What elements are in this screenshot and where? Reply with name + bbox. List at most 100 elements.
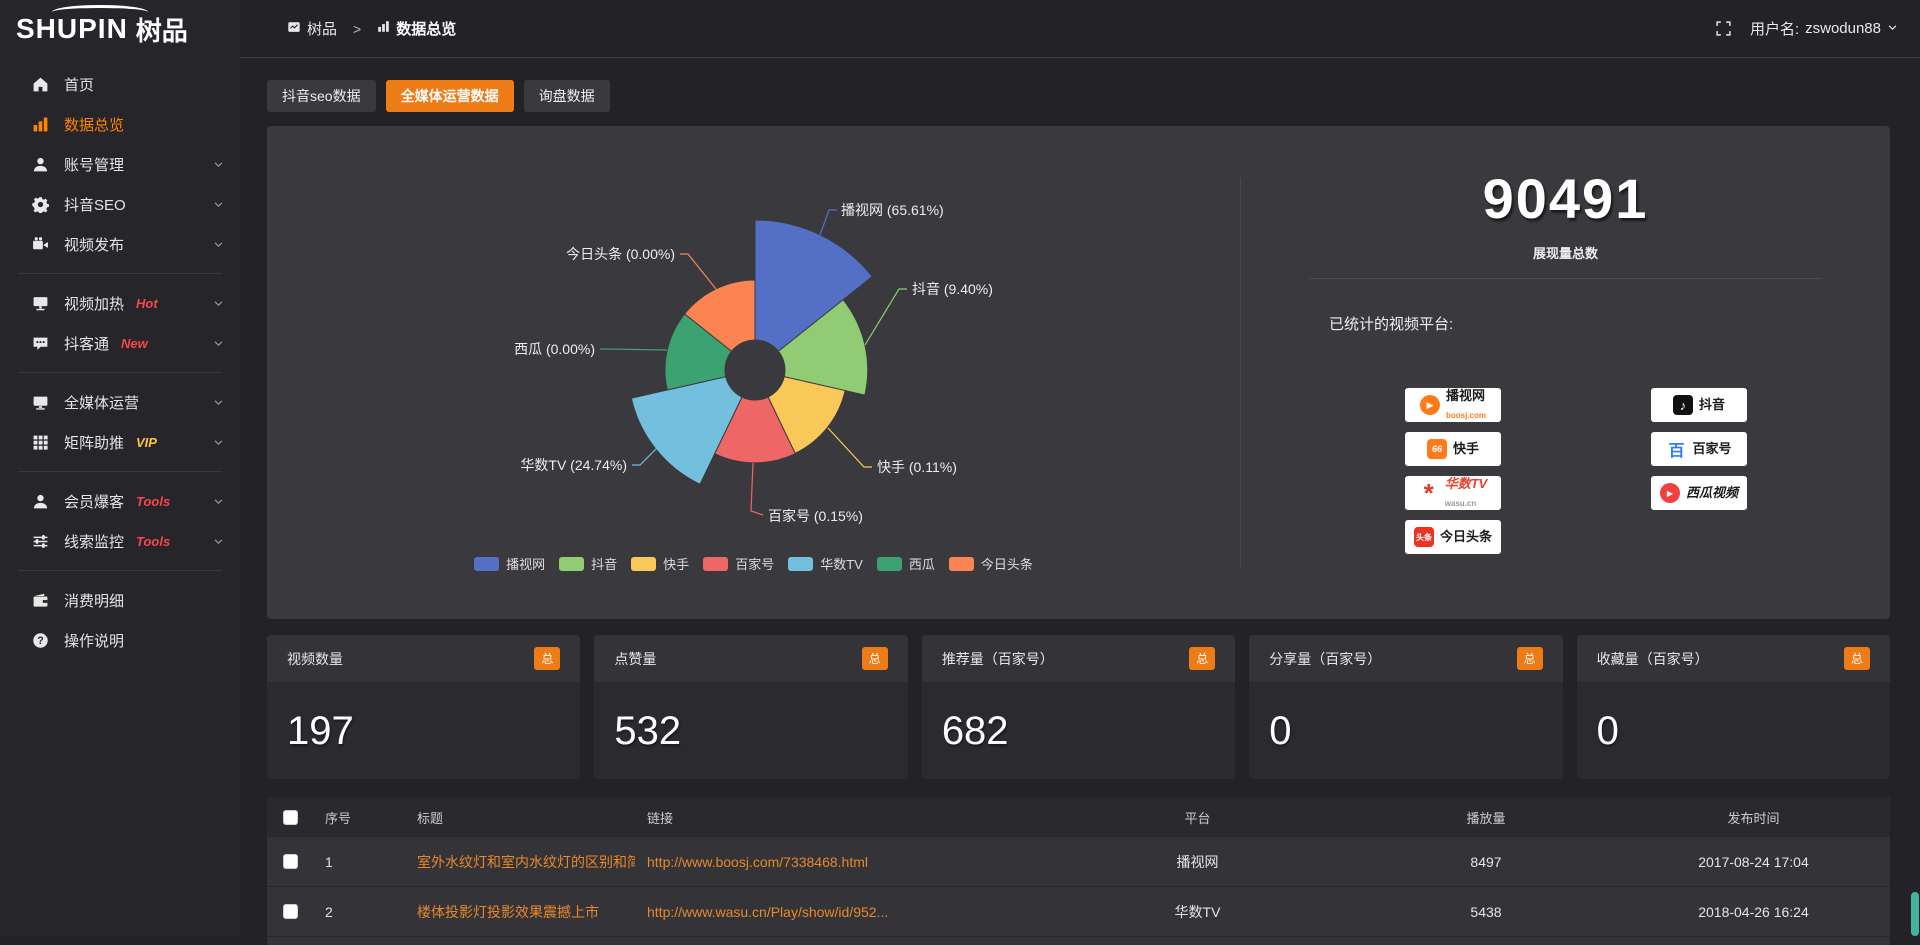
tab-2[interactable]: 全媒体运营数据 (386, 80, 514, 112)
platform-badge-西瓜视频[interactable]: ▶西瓜视频 (1651, 476, 1747, 510)
sidebar-item-10[interactable]: 会员爆客Tools (0, 481, 240, 521)
table-row-clipped (267, 937, 1890, 945)
stat-card-label: 收藏量（百家号） (1597, 649, 1709, 669)
legend-item-播视网[interactable]: 播视网 (474, 554, 545, 573)
table-row-1: 1室外水纹灯和室内水纹灯的区别和简介http://www.boosj.com/7… (267, 837, 1890, 887)
row-checkbox[interactable] (283, 854, 298, 869)
video-url-link[interactable]: http://www.boosj.com/7338468.html (635, 854, 1040, 870)
stat-cards-row: 视频数量总197点赞量总532推荐量（百家号）总682分享量（百家号）总0收藏量… (267, 635, 1890, 779)
sidebar-item-9[interactable]: 矩阵助推VIP (0, 422, 240, 462)
sidebar-item-label: 视频加热 (64, 293, 124, 314)
sidebar-item-5[interactable]: 视频发布 (0, 224, 240, 264)
sidebar-item-label: 线索监控 (64, 531, 124, 552)
video-title-link[interactable]: 室外水纹灯和室内水纹灯的区别和简介 (405, 852, 635, 872)
sidebar-item-1[interactable]: 首页 (0, 64, 240, 104)
tab-1[interactable]: 抖音seo数据 (267, 80, 376, 112)
total-badge[interactable]: 总 (1844, 647, 1870, 670)
sidebar-item-4[interactable]: 抖音SEO (0, 184, 240, 224)
tab-3[interactable]: 询盘数据 (524, 80, 610, 112)
pie-slice-华数TV[interactable] (631, 377, 742, 485)
breadcrumb: 树品 > 数据总览 (287, 18, 456, 39)
col-header-link: 链接 (635, 808, 1040, 827)
sliders-icon (32, 533, 49, 550)
user-label: 用户名: (1750, 18, 1799, 39)
platform-badge-播视网[interactable]: ▶播视网boosj.com (1405, 388, 1501, 422)
legend-label: 百家号 (735, 554, 774, 573)
video-title-link[interactable]: 楼体投影灯投影效果震撼上市 (405, 902, 635, 922)
table-row-2: 2楼体投影灯投影效果震撼上市http://www.wasu.cn/Play/sh… (267, 887, 1890, 937)
legend-item-快手[interactable]: 快手 (631, 554, 689, 573)
scrollbar-thumb[interactable] (1911, 892, 1919, 936)
platform-badge-今日头条[interactable]: 头条今日头条 (1405, 520, 1501, 554)
platform-badges: ▶播视网boosj.com66快手*华数TVwasu.cn头条今日头条♪抖音百百… (1241, 126, 1890, 619)
total-badge[interactable]: 总 (862, 647, 888, 670)
bars-glyph (377, 20, 390, 33)
sidebar-item-3[interactable]: 账号管理 (0, 144, 240, 184)
monitor-icon (32, 394, 49, 411)
sidebar-item-2[interactable]: 数据总览 (0, 104, 240, 144)
boosj-logo: ▶ (1420, 395, 1440, 415)
legend-item-百家号[interactable]: 百家号 (703, 554, 774, 573)
legend-item-华数TV[interactable]: 华数TV (788, 554, 863, 573)
app-logo[interactable]: SHUPIN 树品 (0, 0, 240, 58)
sidebar-item-13[interactable]: ?操作说明 (0, 620, 240, 660)
sidebar-item-6[interactable]: 视频加热Hot (0, 283, 240, 323)
board-icon (287, 20, 301, 38)
breadcrumb-item-current: 数据总览 (396, 18, 456, 39)
chevron-down-icon (213, 239, 224, 250)
videos-table: 序号标题链接平台播放量发布时间1室外水纹灯和室内水纹灯的区别和简介http://… (267, 797, 1890, 945)
breadcrumb-separator: > (353, 21, 361, 37)
sidebar-item-8[interactable]: 全媒体运营 (0, 382, 240, 422)
platform-badge-华数TV[interactable]: *华数TVwasu.cn (1405, 476, 1501, 510)
chevron-down-icon (213, 536, 224, 547)
sidebar-item-7[interactable]: 抖客通New (0, 323, 240, 363)
baijiahao-logo: 百 (1666, 439, 1686, 459)
slice-label-百家号: 百家号 (0.15%) (768, 508, 863, 524)
row-checkbox[interactable] (283, 904, 298, 919)
total-badge[interactable]: 总 (1517, 647, 1543, 670)
stat-card-value: 197 (287, 709, 354, 754)
platform-name: 抖音 (1699, 397, 1725, 412)
wasu-logo: * (1419, 483, 1439, 503)
sidebar-item-12[interactable]: 消费明细 (0, 580, 240, 620)
select-all-checkbox[interactable] (283, 810, 298, 825)
total-badge[interactable]: 总 (1189, 647, 1215, 670)
gear-icon (32, 196, 49, 213)
main-content: 抖音seo数据全媒体运营数据询盘数据 播视网 (65.61%)抖音 (9.40%… (240, 59, 1920, 936)
slice-label-今日头条: 今日头条 (0.00%) (566, 246, 675, 262)
sidebar-item-label: 视频发布 (64, 234, 124, 255)
cell-platform: 华数TV (1040, 902, 1355, 922)
video-icon (32, 236, 49, 253)
label-leader-line (865, 289, 907, 345)
legend-item-今日头条[interactable]: 今日头条 (949, 554, 1033, 573)
platform-badge-快手[interactable]: 66快手 (1405, 432, 1501, 466)
stat-card-value: 0 (1597, 709, 1619, 754)
stat-card-5: 收藏量（百家号） 总 0 (1577, 635, 1890, 779)
col-header-platform: 平台 (1040, 808, 1355, 827)
logo-arc-decoration (52, 5, 148, 19)
user-menu[interactable]: 用户名: zswodun88 (1750, 18, 1898, 39)
legend-item-抖音[interactable]: 抖音 (559, 554, 617, 573)
legend-item-西瓜[interactable]: 西瓜 (877, 554, 935, 573)
video-url-link[interactable]: http://www.wasu.cn/Play/show/id/952... (635, 904, 1040, 920)
fullscreen-icon[interactable] (1715, 20, 1732, 37)
user-icon (32, 156, 49, 173)
legend-swatch (949, 557, 974, 571)
svg-text:?: ? (37, 634, 43, 646)
breadcrumb-item-home[interactable]: 树品 (307, 18, 337, 39)
label-leader-line (820, 210, 837, 235)
board-glyph (287, 20, 301, 34)
platform-badge-抖音[interactable]: ♪抖音 (1651, 388, 1747, 422)
sidebar-item-11[interactable]: 线索监控Tools (0, 521, 240, 561)
stat-card-2: 点赞量总532 (594, 635, 907, 779)
stat-card-value: 0 (1269, 709, 1291, 754)
platform-name: 华数TV (1445, 476, 1488, 491)
rose-pie-chart[interactable]: 播视网 (65.61%)抖音 (9.40%)快手 (0.11%)百家号 (0.1… (267, 126, 1240, 619)
platform-badge-百家号[interactable]: 百百家号 (1651, 432, 1747, 466)
chevron-down-icon (213, 199, 224, 210)
stat-card-4: 分享量（百家号）总0 (1249, 635, 1562, 779)
legend-label: 播视网 (506, 554, 545, 573)
question-icon: ? (32, 632, 49, 649)
sidebar-item-label: 账号管理 (64, 154, 124, 175)
total-badge[interactable]: 总 (534, 647, 560, 670)
